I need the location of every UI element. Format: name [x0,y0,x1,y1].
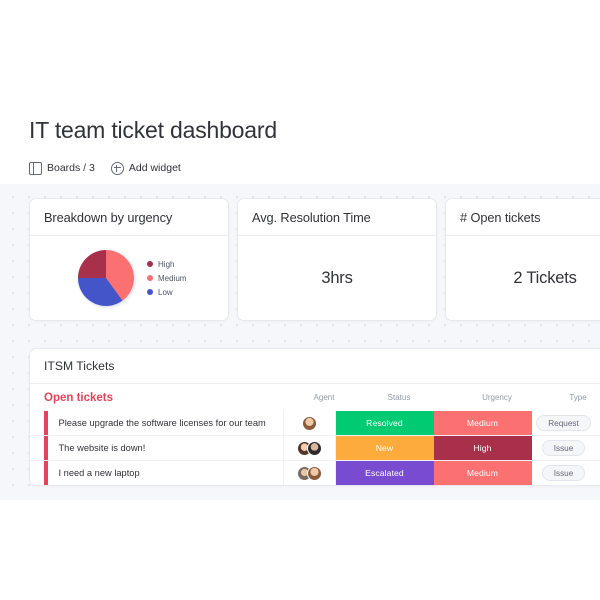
legend-item-high[interactable]: High [146,259,187,269]
open-tickets-value: 2 Tickets [513,268,577,287]
itsm-tickets-widget[interactable]: ITSM Tickets Open tickets Agent Status U… [29,348,600,486]
add-widget-label: Add widget [128,161,181,174]
legend-label: Medium [158,273,187,283]
widget-title: # Open tickets [460,209,541,225]
avg-resolution-value: 3hrs [321,268,353,287]
type-pill: Request [536,415,591,431]
row-agent-cell[interactable] [284,436,336,460]
widget-avg-resolution-time[interactable]: Avg. Resolution Time 3hrs [237,198,437,321]
board-icon [29,161,42,175]
plus-circle-icon [110,161,124,175]
pie-legend: High Medium Low [146,259,187,297]
column-header-urgency[interactable]: Urgency [448,393,546,402]
status-badge: Escalated [335,461,434,485]
legend-item-low[interactable]: Low [146,287,187,297]
row-urgency-cell[interactable]: Medium [433,411,532,435]
row-status-cell[interactable]: Resolved [335,411,434,435]
column-header-type[interactable]: Type [546,393,600,402]
avatar-group [296,465,322,481]
legend-label: High [158,259,175,269]
widget-header: Breakdown by urgency [30,199,228,236]
row-type-cell[interactable]: Request [532,411,596,435]
widget-body: 2 Tickets [446,236,600,320]
widget-title: Breakdown by urgency [44,209,173,225]
legend-item-medium[interactable]: Medium [146,273,187,283]
row-title[interactable]: I need a new laptop [48,461,284,485]
avatar[interactable] [301,415,317,431]
avatar-group [301,415,317,431]
row-urgency-cell[interactable]: High [433,436,532,460]
dashboard-page: IT team ticket dashboard Boards / 3 Add … [0,0,600,600]
table-body: Please upgrade the software licenses for… [30,411,600,485]
urgency-badge: Medium [433,461,532,485]
table-row[interactable]: The website is down! New High Issue [30,435,600,460]
status-badge: New [335,436,434,460]
row-agent-cell[interactable] [284,461,336,485]
widget-breakdown-by-urgency[interactable]: Breakdown by urgency High Medium Low [29,198,229,321]
status-badge: Resolved [335,411,434,435]
row-status-cell[interactable]: Escalated [335,461,434,485]
widget-body: High Medium Low [30,236,228,320]
add-widget-button[interactable]: Add widget [110,161,181,175]
widget-open-tickets-count[interactable]: # Open tickets 2 Tickets [445,198,600,321]
boards-button[interactable]: Boards / 3 [29,161,95,175]
type-pill: Issue [541,465,586,481]
column-header-status[interactable]: Status [350,393,448,402]
legend-swatch-icon [146,274,154,282]
widget-header: # Open tickets [446,199,600,236]
table-row[interactable]: Please upgrade the software licenses for… [30,411,600,435]
table-header: ITSM Tickets [30,349,600,384]
legend-swatch-icon [146,260,154,268]
table-group-header: Open tickets Agent Status Urgency Type [30,384,600,411]
widget-body: 3hrs [238,236,436,320]
legend-swatch-icon [146,288,154,296]
row-title[interactable]: Please upgrade the software licenses for… [48,411,284,435]
widget-title: Avg. Resolution Time [252,209,371,225]
avatar[interactable] [306,440,322,456]
group-title[interactable]: Open tickets [44,392,298,404]
row-status-cell[interactable]: New [335,436,434,460]
table-row[interactable]: I need a new laptop Escalated Medium Issue [30,460,600,485]
boards-label: Boards / 3 [47,161,95,174]
pie-chart [77,250,134,306]
type-pill: Issue [541,440,586,456]
column-header-agent[interactable]: Agent [298,393,350,402]
widget-header: Avg. Resolution Time [238,199,436,236]
row-agent-cell[interactable] [284,411,336,435]
avatar-group [296,440,322,456]
widgets-row: Breakdown by urgency High Medium Low Avg. … [29,198,600,321]
row-type-cell[interactable]: Issue [532,436,596,460]
avatar[interactable] [306,465,322,481]
page-title: IT team ticket dashboard [29,117,277,143]
row-type-cell[interactable]: Issue [532,461,596,485]
urgency-badge: Medium [433,411,532,435]
table-title: ITSM Tickets [44,359,115,373]
urgency-badge: High [433,436,532,460]
dashboard-toolbar: Boards / 3 Add widget [29,159,181,177]
row-urgency-cell[interactable]: Medium [433,461,532,485]
legend-label: Low [158,287,173,297]
pie-chart-area: High Medium Low [72,250,187,306]
dashboard-canvas: Breakdown by urgency High Medium Low Avg. … [0,184,600,500]
row-title[interactable]: The website is down! [48,436,284,460]
